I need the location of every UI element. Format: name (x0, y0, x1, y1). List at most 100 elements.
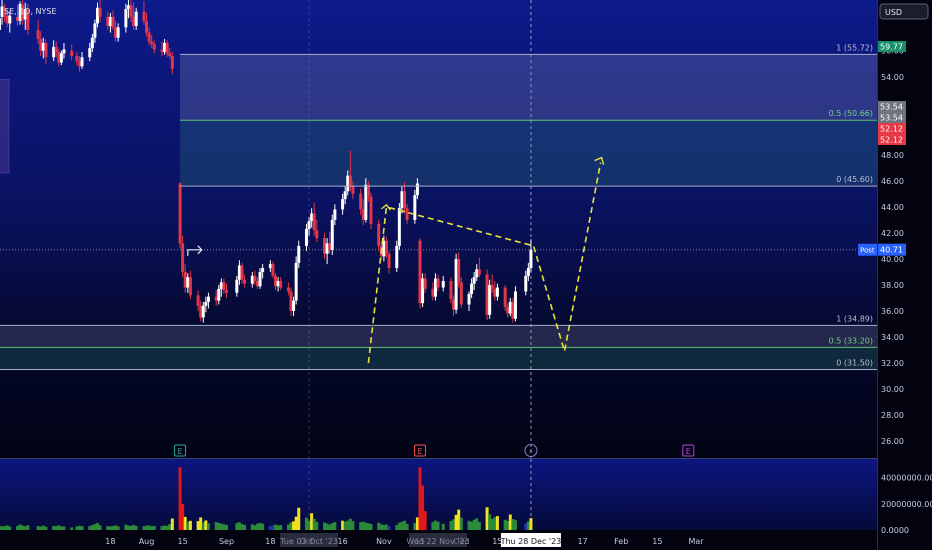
candle-body[interactable] (59, 53, 63, 63)
candle-body[interactable] (506, 307, 510, 314)
volume-bar[interactable] (379, 524, 383, 530)
volume-bar[interactable] (403, 520, 407, 530)
volume-bar[interactable] (23, 526, 27, 530)
volume-bar[interactable] (511, 519, 515, 530)
volume-bar[interactable] (147, 525, 151, 530)
volume-bar[interactable] (400, 521, 404, 530)
volume-bar[interactable] (96, 523, 99, 530)
candle-body[interactable] (129, 5, 133, 17)
volume-bar[interactable] (243, 524, 247, 530)
volume-bar[interactable] (328, 524, 332, 530)
volume-bar[interactable] (235, 523, 239, 530)
candle-body[interactable] (312, 213, 316, 231)
candle-body[interactable] (181, 243, 185, 272)
volume-bar[interactable] (57, 525, 61, 530)
candle-body[interactable] (111, 16, 115, 28)
candle-body[interactable] (204, 301, 208, 306)
candle-body[interactable] (108, 16, 112, 27)
candle-body[interactable] (271, 264, 275, 276)
candle-body[interactable] (431, 288, 435, 297)
candle-body[interactable] (163, 42, 167, 53)
volume-bar[interactable] (421, 485, 425, 530)
candle-body[interactable] (160, 49, 164, 53)
volume-bar[interactable] (433, 520, 437, 530)
volume-bar[interactable] (506, 520, 510, 530)
candle-body[interactable] (57, 52, 61, 63)
candle-body[interactable] (493, 288, 497, 297)
volume-bar[interactable] (253, 525, 257, 530)
volume-bar[interactable] (106, 526, 110, 530)
candle-body[interactable] (98, 7, 102, 17)
candle-body[interactable] (36, 29, 40, 40)
candle-body[interactable] (421, 278, 425, 304)
candle-body[interactable] (255, 281, 259, 287)
volume-bar[interactable] (3, 526, 7, 530)
candle-body[interactable] (490, 284, 494, 289)
volume-bar[interactable] (346, 520, 350, 530)
candle-body[interactable] (165, 42, 169, 54)
volume-bar[interactable] (77, 525, 81, 530)
volume-bar[interactable] (124, 524, 128, 530)
volume-bar[interactable] (325, 523, 329, 530)
volume-bar[interactable] (132, 524, 136, 530)
candle-body[interactable] (475, 269, 479, 278)
volume-bar[interactable] (359, 522, 363, 530)
candle-body[interactable] (276, 281, 280, 287)
volume-bar[interactable] (377, 522, 381, 530)
volume-bar[interactable] (315, 521, 319, 530)
candle-body[interactable] (526, 268, 530, 276)
volume-bar[interactable] (503, 519, 507, 530)
candle-body[interactable] (126, 5, 130, 10)
candle-body[interactable] (152, 44, 156, 50)
candle-body[interactable] (297, 245, 301, 263)
candle-body[interactable] (240, 265, 244, 280)
candle-body[interactable] (289, 291, 293, 311)
candle-body[interactable] (415, 183, 419, 196)
volume-bar[interactable] (470, 521, 474, 530)
candle-body[interactable] (8, 15, 12, 24)
volume-bar[interactable] (454, 514, 458, 530)
candle-body[interactable] (467, 294, 471, 305)
volume-bar[interactable] (163, 525, 167, 530)
volume-bar[interactable] (44, 526, 48, 530)
candle-body[interactable] (359, 193, 363, 210)
fib-upper-zone-top[interactable] (180, 54, 877, 121)
candle-body[interactable] (418, 240, 422, 304)
candle-body[interactable] (384, 240, 388, 254)
candle-body[interactable] (150, 41, 154, 45)
volume-bar[interactable] (418, 467, 422, 530)
volume-bar[interactable] (369, 523, 373, 530)
candle-body[interactable] (323, 238, 327, 254)
volume-bar[interactable] (286, 524, 290, 530)
candle-body[interactable] (286, 287, 290, 292)
candle-body[interactable] (477, 269, 481, 275)
volume-bar[interactable] (240, 523, 244, 530)
volume-bar[interactable] (304, 517, 308, 530)
volume-bar[interactable] (508, 514, 512, 530)
candle-body[interactable] (274, 275, 278, 287)
volume-bar[interactable] (384, 524, 388, 530)
volume-bar[interactable] (382, 524, 386, 530)
candle-body[interactable] (459, 282, 463, 305)
candle-body[interactable] (508, 301, 512, 314)
volume-bar[interactable] (297, 507, 301, 530)
volume-bar[interactable] (204, 520, 208, 530)
candle-body[interactable] (124, 9, 128, 28)
volume-bar[interactable] (201, 522, 205, 530)
candle-body[interactable] (235, 279, 239, 293)
volume-bar[interactable] (16, 525, 20, 530)
volume-bar[interactable] (62, 526, 66, 530)
volume-bar[interactable] (423, 511, 427, 530)
volume-bar[interactable] (348, 518, 352, 530)
volume-bar[interactable] (343, 521, 347, 530)
volume-bar[interactable] (199, 517, 203, 530)
volume-bar[interactable] (98, 525, 102, 530)
candle-body[interactable] (90, 37, 94, 49)
volume-pane[interactable] (0, 459, 877, 530)
candle-body[interactable] (433, 278, 437, 297)
volume-bar[interactable] (261, 523, 265, 530)
candle-body[interactable] (225, 290, 228, 293)
candle-body[interactable] (41, 42, 45, 51)
candle-body[interactable] (243, 279, 247, 284)
volume-bar[interactable] (8, 526, 12, 530)
